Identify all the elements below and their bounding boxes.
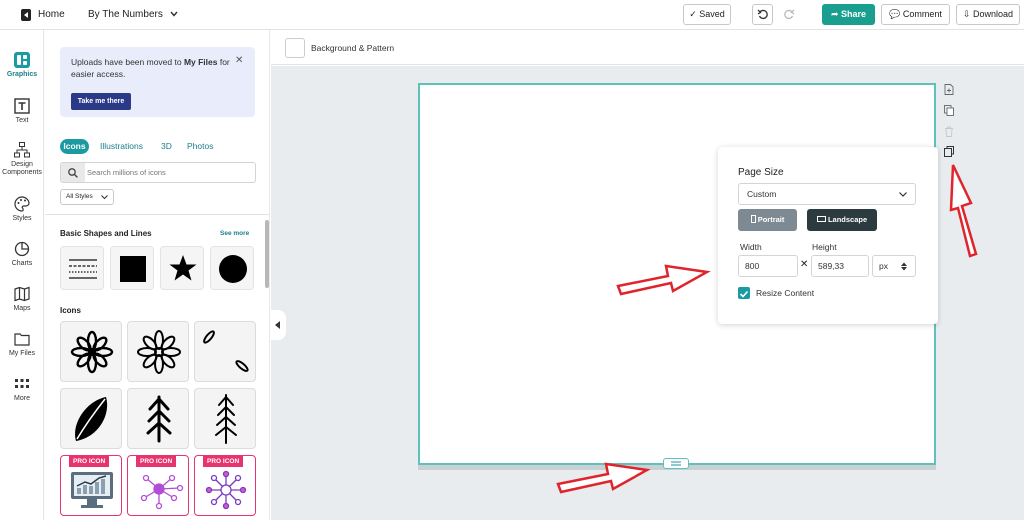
arrow-to-resize-handle xyxy=(556,462,651,494)
app-root: Home By The Numbers ✓ Saved ➦ Share 💬 Co… xyxy=(0,0,1024,520)
arrow-to-page-size-icon xyxy=(949,164,978,258)
arrow-to-page-size-fields xyxy=(616,264,711,296)
annotation-arrows xyxy=(556,164,978,494)
